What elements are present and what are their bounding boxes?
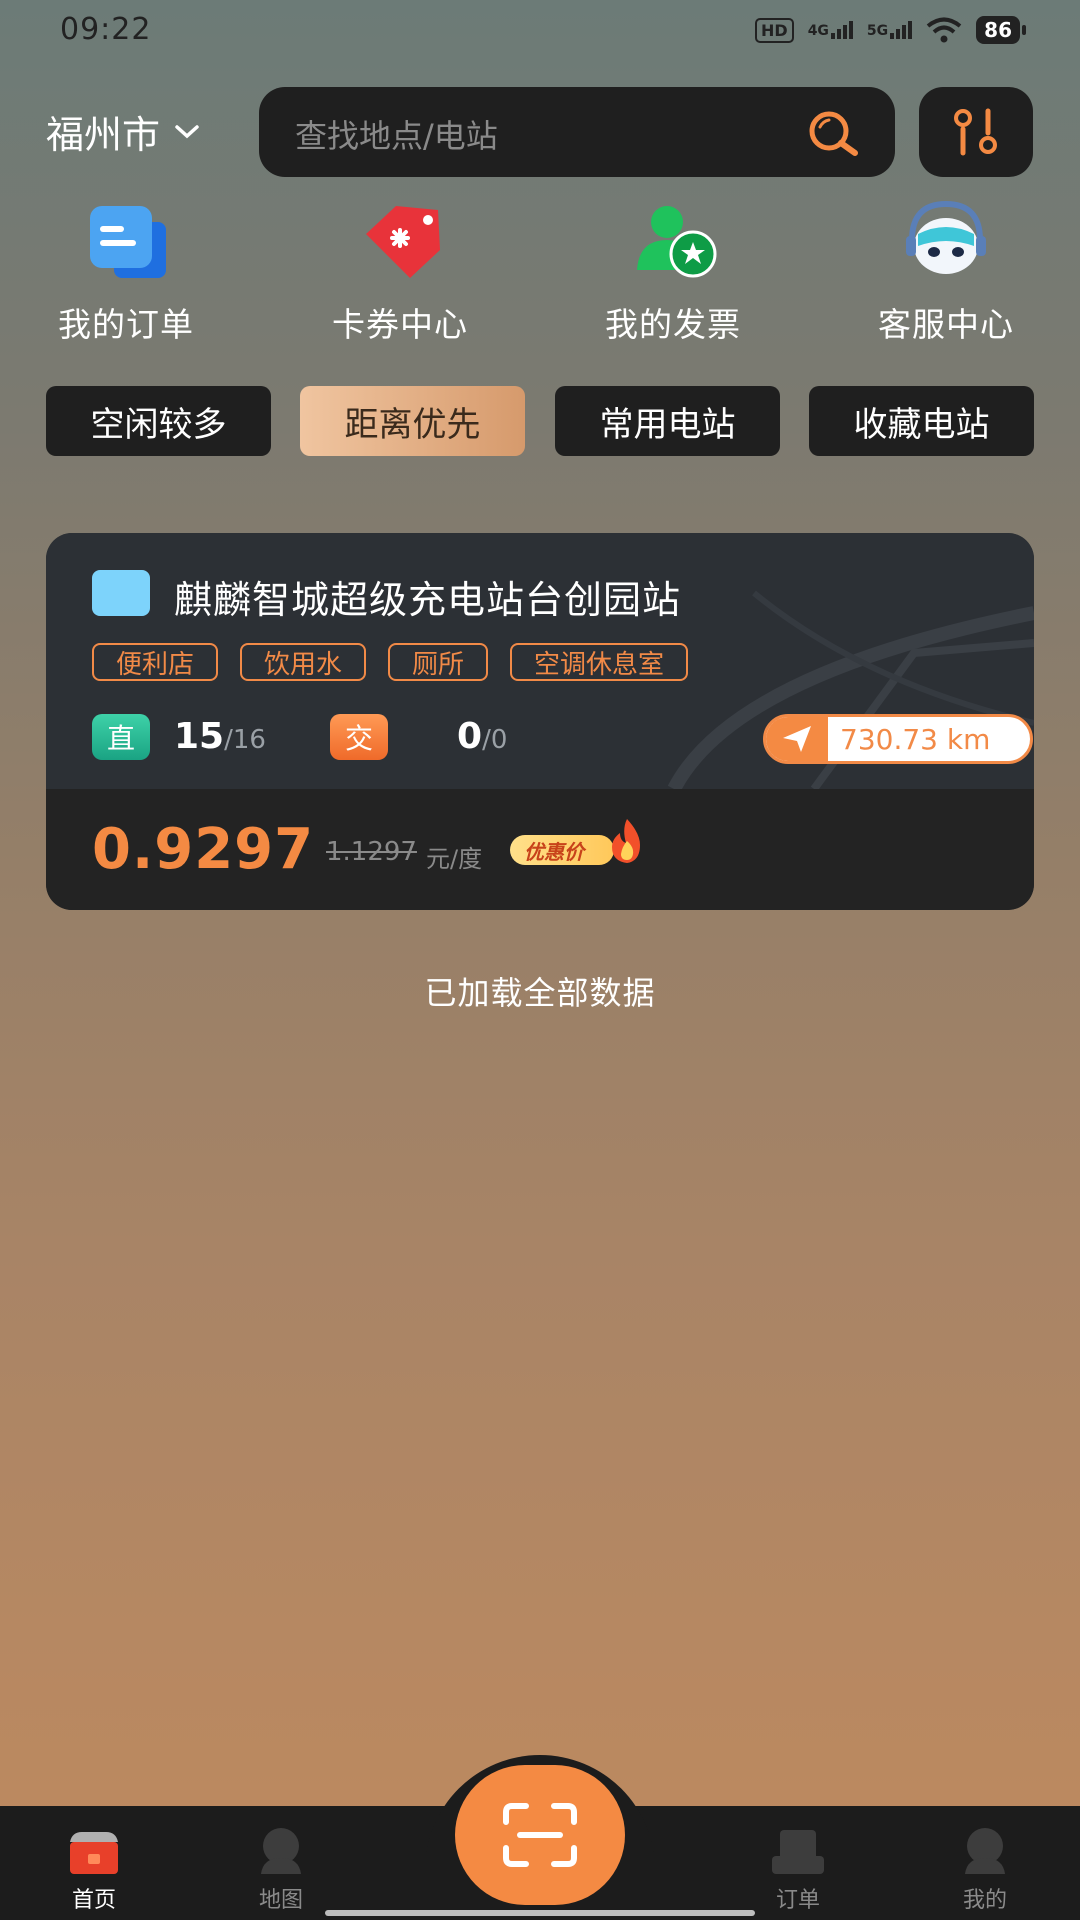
dc-total: /16 [224, 725, 266, 755]
ac-available: 0 [457, 716, 483, 757]
station-logo [92, 570, 150, 616]
quick-menu-label: 我的发票 [605, 305, 741, 344]
invoice-icon [625, 200, 721, 280]
station-card[interactable]: 麒麟智城超级充电站台创园站 便利店 饮用水 厕所 空调休息室 直 15/16 交… [46, 533, 1034, 910]
scan-icon [503, 1803, 577, 1867]
search-input[interactable]: 查找地点/电站 [259, 87, 895, 177]
quick-menu-my-orders[interactable]: 我的订单 [16, 200, 236, 346]
quick-menu-customer-service[interactable]: 客服中心 [836, 200, 1056, 346]
sort-tabs: 空闲较多 距离优先 常用电站 收藏电站 [46, 386, 1034, 456]
ac-total: /0 [482, 725, 508, 755]
current-price: 0.9297 [92, 817, 315, 882]
navigation-arrow-icon [766, 717, 828, 761]
home-indicator[interactable] [325, 1910, 755, 1916]
station-name: 麒麟智城超级充电站台创园站 [174, 578, 682, 622]
distance-text: 730.73 km [840, 723, 991, 756]
amenity-tag: 空调休息室 [510, 643, 689, 681]
status-icons: HD 4G 5G 86 [755, 16, 1026, 44]
signal-5g-icon: 5G [866, 21, 913, 39]
quick-menu-coupons[interactable]: 卡券中心 [290, 200, 510, 346]
sliders-icon [954, 108, 997, 156]
dc-badge: 直 [92, 714, 150, 760]
nav-profile[interactable]: 我的 [915, 1826, 1055, 1914]
amenity-tag: 便利店 [92, 643, 219, 681]
amenity-tags: 便利店 饮用水 厕所 空调休息室 [92, 643, 689, 681]
filter-button[interactable] [919, 87, 1033, 177]
chevron-down-icon [175, 124, 199, 138]
nav-map[interactable]: 地图 [211, 1826, 351, 1914]
status-time: 09:22 [60, 12, 152, 47]
quick-menu-label: 卡券中心 [332, 305, 468, 344]
nav-label: 首页 [71, 1888, 116, 1913]
nav-label: 我的 [962, 1888, 1007, 1913]
coupon-icon [352, 200, 448, 280]
city-selector[interactable]: 福州市 [46, 104, 200, 159]
hd-indicator: HD [755, 17, 794, 43]
map-icon [253, 1826, 309, 1876]
station-price-bar: 0.9297 1.1297 元/度 优惠价 [46, 789, 1034, 910]
search-icon[interactable] [805, 109, 863, 157]
charger-availability: 直 15/16 交 0/0 730.73 km [92, 714, 1033, 764]
customer-service-icon [898, 200, 994, 280]
battery-icon: 86 [976, 16, 1026, 44]
price-unit: 元/度 [426, 845, 483, 873]
tab-frequent-stations[interactable]: 常用电站 [555, 386, 780, 456]
tab-favorite-stations[interactable]: 收藏电站 [809, 386, 1034, 456]
original-price: 1.1297 [326, 837, 417, 867]
navigate-button[interactable]: 730.73 km [763, 714, 1033, 764]
amenity-tag: 厕所 [388, 643, 489, 681]
order-icon [78, 200, 174, 280]
station-card-info: 麒麟智城超级充电站台创园站 便利店 饮用水 厕所 空调休息室 直 15/16 交… [46, 533, 1034, 789]
status-bar: 09:22 HD 4G 5G 86 [0, 0, 1080, 66]
net-label-4g: 4G [807, 23, 829, 39]
nav-orders[interactable]: 订单 [728, 1826, 868, 1914]
dc-available: 15 [174, 716, 225, 757]
city-label: 福州市 [46, 113, 161, 157]
scan-button[interactable] [455, 1765, 625, 1905]
search-placeholder: 查找地点/电站 [295, 117, 498, 155]
tab-most-idle[interactable]: 空闲较多 [46, 386, 271, 456]
amenity-tag: 饮用水 [240, 643, 367, 681]
profile-icon [957, 1826, 1013, 1876]
wifi-icon [926, 17, 962, 43]
promo-badge: 优惠价 [510, 835, 614, 865]
orders-icon [770, 1826, 826, 1876]
list-end-message: 已加载全部数据 [424, 974, 656, 1012]
quick-menu-label: 我的订单 [58, 305, 194, 344]
dc-count: 15/16 [174, 716, 266, 757]
quick-menu: 我的订单 卡券中心 我的发票 客服中心 [0, 200, 1080, 350]
signal-4g-icon: 4G [808, 21, 853, 39]
quick-menu-invoices[interactable]: 我的发票 [563, 200, 783, 346]
home-icon [66, 1826, 122, 1876]
tab-distance-first[interactable]: 距离优先 [300, 386, 525, 456]
nav-home[interactable]: 首页 [24, 1826, 164, 1914]
quick-menu-label: 客服中心 [878, 305, 1014, 344]
net-label-5g: 5G [866, 23, 889, 39]
ac-badge: 交 [330, 714, 388, 760]
fire-icon [612, 819, 640, 863]
ac-count: 0/0 [457, 716, 507, 757]
